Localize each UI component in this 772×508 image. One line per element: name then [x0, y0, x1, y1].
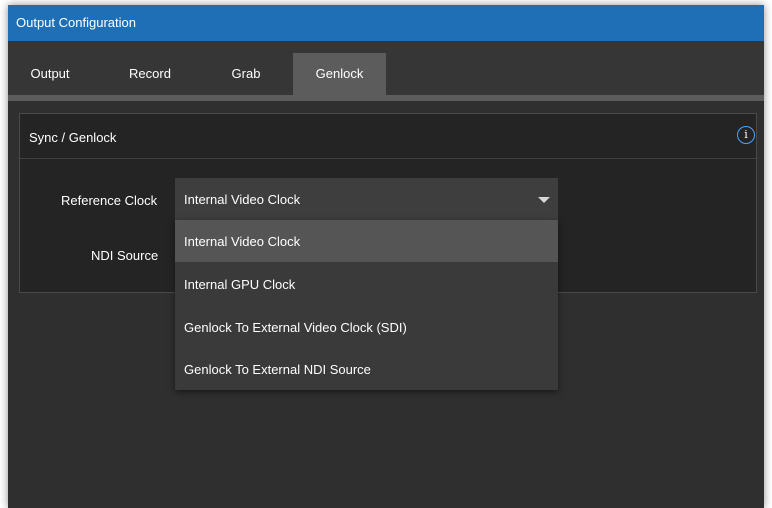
reference-clock-select[interactable]: Internal Video Clock — [175, 178, 558, 220]
output-configuration-window: Output Configuration Output Record Grab … — [8, 5, 764, 508]
dropdown-option-genlock-external-sdi[interactable]: Genlock To External Video Clock (SDI) — [175, 306, 558, 348]
reference-clock-value: Internal Video Clock — [184, 192, 301, 207]
dropdown-option-genlock-external-ndi[interactable]: Genlock To External NDI Source — [175, 348, 558, 390]
title-bar[interactable]: Output Configuration — [8, 5, 764, 41]
chevron-down-icon — [538, 197, 550, 203]
tab-bar: Output Record Grab Genlock — [8, 41, 764, 95]
reference-clock-label: Reference Clock — [61, 193, 158, 208]
ndi-source-label: NDI Source — [91, 248, 159, 263]
reference-clock-dropdown: Internal Video Clock Internal GPU Clock … — [175, 220, 558, 390]
panel-header: Sync / Genlock i — [20, 114, 756, 159]
tab-underline — [8, 95, 764, 101]
window-title: Output Configuration — [16, 15, 136, 30]
tab-genlock[interactable]: Genlock — [293, 53, 386, 95]
tab-record[interactable]: Record — [104, 53, 196, 95]
panel-title: Sync / Genlock — [29, 130, 117, 145]
dropdown-option-internal-gpu-clock[interactable]: Internal GPU Clock — [175, 263, 558, 305]
info-icon[interactable]: i — [737, 126, 755, 144]
tab-grab[interactable]: Grab — [208, 53, 284, 95]
dropdown-option-internal-video-clock[interactable]: Internal Video Clock — [175, 220, 558, 262]
tab-output[interactable]: Output — [18, 53, 82, 95]
